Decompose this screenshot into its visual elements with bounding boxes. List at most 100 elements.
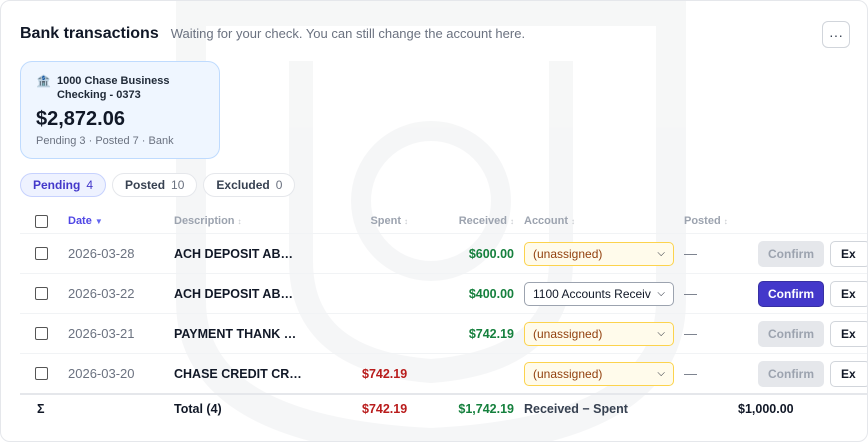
tab-label: Excluded <box>216 178 270 192</box>
account-select-value: 1100 Accounts Receiv <box>533 286 651 301</box>
row-checkbox[interactable] <box>35 367 48 380</box>
row-description: ACH DEPOSIT AB… <box>174 246 293 261</box>
column-header-posted[interactable]: Posted ↕ <box>684 209 728 233</box>
row-date: 2026-03-20 <box>68 366 135 381</box>
totals-difference: $1,000.00 <box>738 402 794 416</box>
column-header-description[interactable]: Description ↕ <box>174 209 242 233</box>
account-select[interactable]: (unassigned) ⌵ <box>524 241 674 266</box>
sort-desc-icon: ▼ <box>94 216 103 226</box>
column-header-account[interactable]: Account ↕ <box>524 209 575 233</box>
chevron-down-icon: ⌵ <box>657 368 665 379</box>
tab-count: 0 <box>275 178 283 192</box>
more-icon: ··· <box>829 26 843 43</box>
account-select[interactable]: (unassigned) ⌵ <box>524 321 674 346</box>
confirm-button[interactable]: Confirm <box>758 320 824 347</box>
row-description: PAYMENT THANK … <box>174 326 297 341</box>
tab-posted[interactable]: Posted 10 <box>112 173 198 197</box>
row-checkbox[interactable] <box>35 327 48 340</box>
totals-label: Total (4) <box>174 402 222 416</box>
sort-icon: ↕ <box>571 216 575 226</box>
sort-icon: ↕ <box>404 216 408 226</box>
row-posted: — <box>684 286 697 301</box>
sort-icon: ↕ <box>510 216 514 226</box>
row-account-cell: (unassigned) ⌵ <box>524 234 674 273</box>
totals-received: $1,742.19 <box>458 402 514 416</box>
totals-formula: Received − Spent <box>524 402 628 416</box>
table-row: 2026-03-28 ACH DEPOSIT AB… $600.00 (unas… <box>20 233 867 273</box>
tab-excluded[interactable]: Excluded 0 <box>203 173 296 197</box>
account-meta: Pending 3 · Posted 7 · Bank <box>36 135 174 147</box>
column-label: Posted <box>684 215 721 227</box>
bank-icon: 🏦 <box>36 74 51 88</box>
table-row: 2026-03-22 ACH DEPOSIT AB… $400.00 1100 … <box>20 273 867 313</box>
row-confirm-cell: Confirm <box>758 274 824 313</box>
bank-transactions-panel: Bank transactions Waiting for your check… <box>0 0 868 442</box>
sort-icon: ↕ <box>237 216 242 226</box>
row-confirm-cell: Confirm <box>758 234 824 273</box>
confirm-button[interactable]: Confirm <box>758 360 824 387</box>
table-row: 2026-03-21 PAYMENT THANK … $742.19 (unas… <box>20 313 867 353</box>
row-account-cell: (unassigned) ⌵ <box>524 314 674 353</box>
status-tabs: Pending 4 Posted 10 Excluded 0 <box>20 173 296 197</box>
exclude-button[interactable]: Ex <box>830 320 867 347</box>
page-title: Bank transactions <box>20 25 159 42</box>
column-label: Description <box>174 215 235 227</box>
confirm-button[interactable]: Confirm <box>758 280 824 307</box>
totals-row: Σ Total (4) $742.19 $1,742.19 Received −… <box>20 393 867 423</box>
tab-label: Pending <box>33 178 81 192</box>
account-select-value: (unassigned) <box>533 246 603 261</box>
row-confirm-cell: Confirm <box>758 354 824 393</box>
account-name: 1000 Chase Business Checking - 0373 <box>56 75 170 101</box>
column-label: Account <box>524 215 568 227</box>
row-received: $742.19 <box>468 326 514 341</box>
totals-spent: $742.19 <box>362 402 408 416</box>
more-options-button[interactable]: ··· <box>822 21 850 48</box>
tab-count: 10 <box>171 178 185 192</box>
account-select[interactable]: 1100 Accounts Receiv ⌵ <box>524 281 674 306</box>
page-subtitle: Waiting for your check. You can still ch… <box>170 26 526 41</box>
column-label: Received <box>458 215 507 227</box>
row-exclude-cell: Ex <box>830 234 867 273</box>
row-confirm-cell: Confirm <box>758 314 824 353</box>
row-received: $400.00 <box>468 286 514 301</box>
row-date: 2026-03-21 <box>68 326 135 341</box>
column-header-received[interactable]: Received ↕ <box>444 209 514 233</box>
select-all-cell <box>35 209 48 233</box>
account-select[interactable]: (unassigned) ⌵ <box>524 361 674 386</box>
tab-label: Posted <box>125 178 166 192</box>
row-account-cell: (unassigned) ⌵ <box>524 354 674 393</box>
transactions-table: Date ▼ Description ↕ Spent ↕ Received ↕ Acco… <box>20 209 867 423</box>
account-name-row: 🏦 1000 Chase Business Checking - 0373 <box>36 74 204 102</box>
sort-icon: ↕ <box>723 216 728 226</box>
row-spent <box>358 234 408 273</box>
sigma-icon: Σ <box>37 402 45 416</box>
tab-pending[interactable]: Pending 4 <box>20 173 107 197</box>
account-select-value: (unassigned) <box>533 326 603 341</box>
row-spent: $742.19 <box>362 366 408 381</box>
row-select-cell <box>35 234 48 273</box>
table-row: 2026-03-20 CHASE CREDIT CR… $742.19 (una… <box>20 353 867 393</box>
row-description: CHASE CREDIT CR… <box>174 366 302 381</box>
row-exclude-cell: Ex <box>830 354 867 393</box>
column-header-date[interactable]: Date ▼ <box>68 209 103 233</box>
tab-count: 4 <box>86 178 94 192</box>
row-exclude-cell: Ex <box>830 314 867 353</box>
account-select-value: (unassigned) <box>533 366 603 381</box>
row-spent <box>358 314 408 353</box>
exclude-button[interactable]: Ex <box>830 360 867 387</box>
exclude-button[interactable]: Ex <box>830 280 867 307</box>
row-select-cell <box>35 354 48 393</box>
panel-header: Bank transactions Waiting for your check… <box>20 25 525 43</box>
row-select-cell <box>35 314 48 353</box>
confirm-button[interactable]: Confirm <box>758 240 824 267</box>
row-received: $600.00 <box>468 246 514 261</box>
row-checkbox[interactable] <box>35 287 48 300</box>
column-header-spent[interactable]: Spent ↕ <box>358 209 408 233</box>
exclude-button[interactable]: Ex <box>830 240 867 267</box>
row-received <box>444 354 514 393</box>
account-summary-card[interactable]: 🏦 1000 Chase Business Checking - 0373 $2… <box>20 61 220 159</box>
row-checkbox[interactable] <box>35 247 48 260</box>
row-posted: — <box>684 326 697 341</box>
select-all-checkbox[interactable] <box>35 214 48 228</box>
row-select-cell <box>35 274 48 313</box>
